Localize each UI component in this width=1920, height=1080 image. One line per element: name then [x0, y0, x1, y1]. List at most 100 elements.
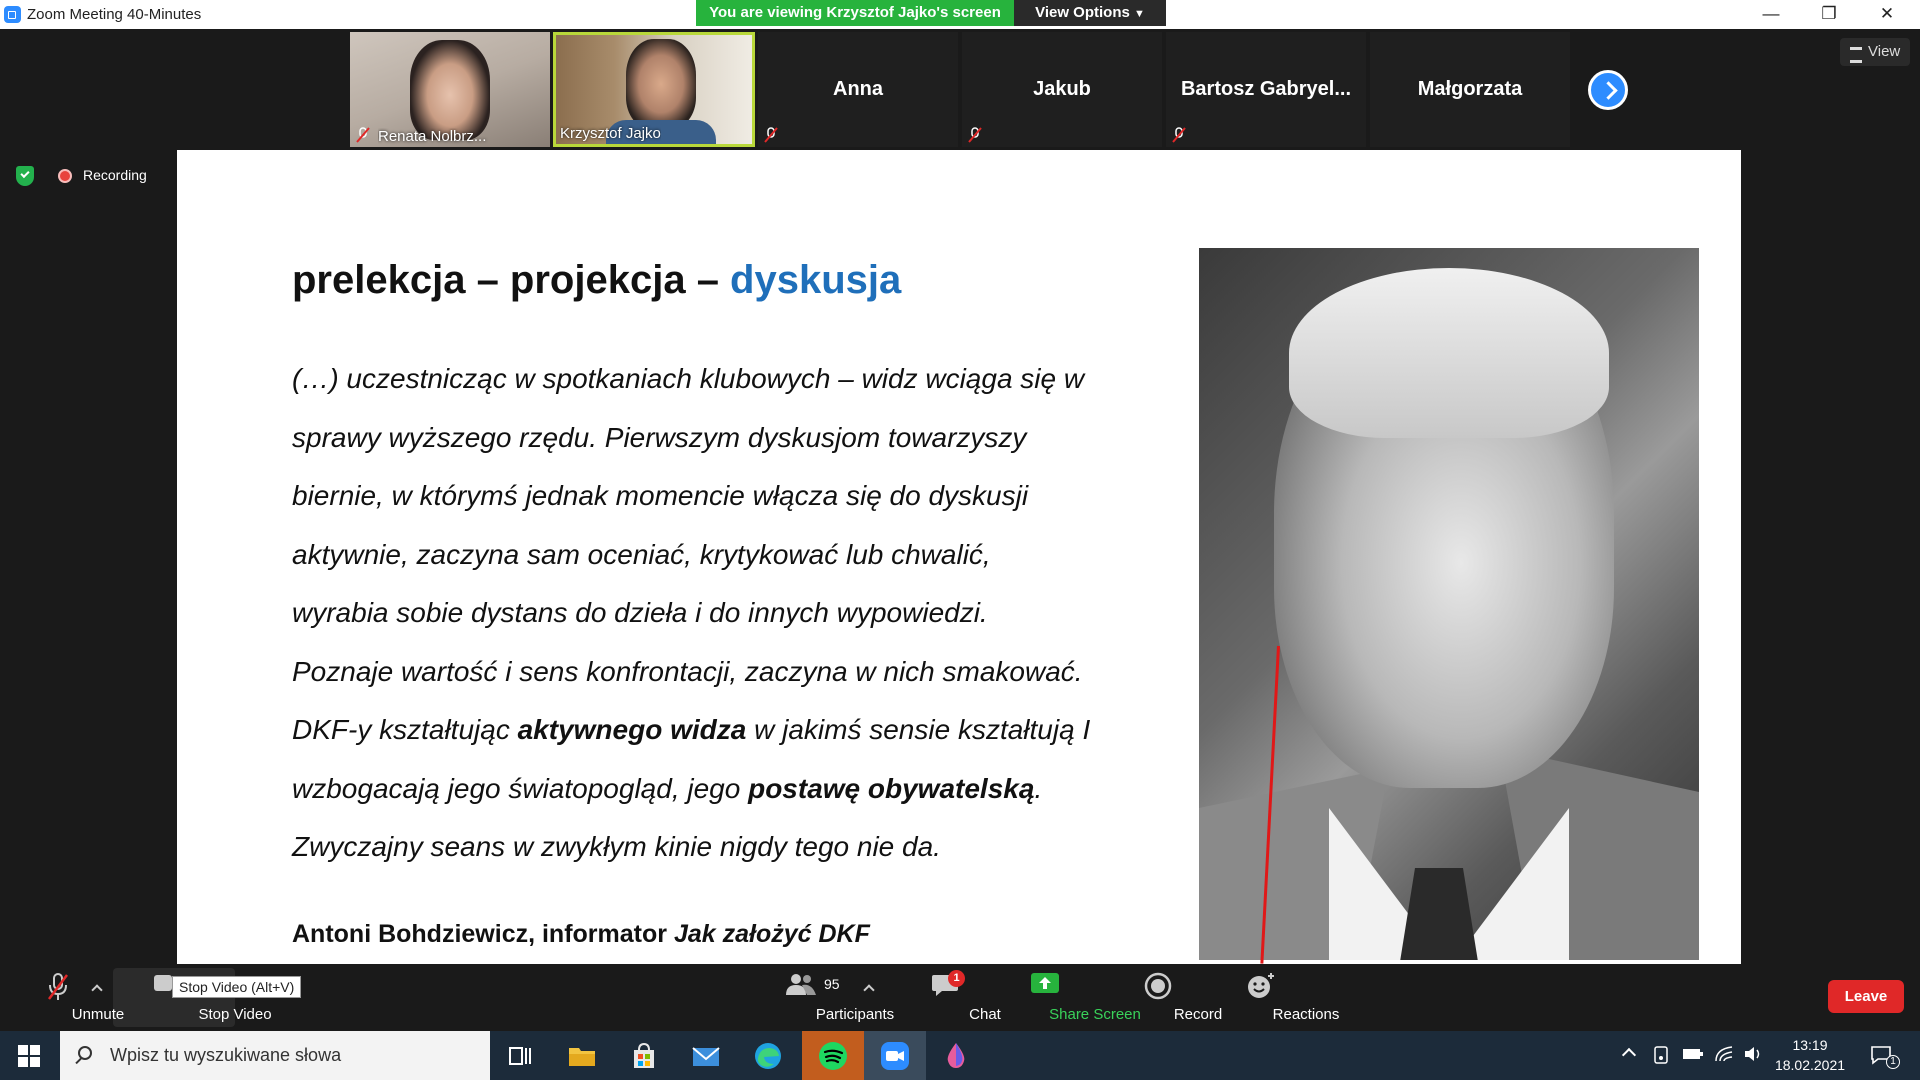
source-title: Jak założyć DKF [673, 920, 870, 948]
quote-line: biernie, w którymś jednak momencie włącz… [292, 480, 1029, 511]
slide-title-text: prelekcja – projekcja – [292, 258, 731, 302]
unmute-button[interactable]: Unmute [18, 964, 124, 1031]
close-button[interactable]: ✕ [1858, 0, 1916, 29]
chat-icon-wrap: 1 [931, 970, 965, 998]
participants-icon [786, 974, 816, 995]
muted-mic-icon [968, 127, 982, 143]
view-options-button[interactable]: View Options ▼ [1014, 0, 1166, 26]
participant-tile-anna[interactable]: Anna [758, 32, 958, 147]
quote-bold: aktywnego widza [517, 714, 747, 745]
photo-tie [1399, 868, 1479, 960]
leave-button[interactable]: Leave [1828, 980, 1904, 1013]
muted-mic-icon [48, 973, 68, 1000]
notifications-button[interactable]: 1 [1866, 1031, 1900, 1080]
security-shield-icon[interactable] [16, 166, 34, 186]
minimize-button[interactable]: — [1742, 0, 1800, 29]
slide-title-accent: dyskusja [730, 258, 902, 302]
quote-line: DKF-y kształtując aktywnego widza w jaki… [292, 701, 1152, 760]
windows-start-icon[interactable] [18, 1045, 40, 1067]
quote-line: Poznaje wartość i sens konfrontacji, zac… [292, 655, 1083, 687]
clock-time: 13:19 [1792, 1037, 1828, 1053]
wifi-icon[interactable] [1714, 1045, 1734, 1063]
tray-chevron-up-icon[interactable] [1621, 1031, 1642, 1080]
share-screen-button[interactable]: Share Screen [995, 964, 1141, 1031]
participants-count: 95 [824, 976, 840, 992]
view-options-label: View Options [1035, 4, 1130, 21]
view-button[interactable]: View [1840, 38, 1910, 66]
participant-tile-malgorzata[interactable]: Małgorzata [1370, 32, 1570, 147]
participant-name: Bartosz Gabryel... [1180, 78, 1352, 100]
participant-name: Anna [833, 78, 883, 100]
taskbar-search[interactable]: Wpisz tu wyszukiwane słowa [60, 1031, 490, 1080]
stop-video-label: Stop Video [198, 1006, 272, 1023]
taskbar-clock[interactable]: 13:19 18.02.2021 [1770, 1035, 1850, 1075]
stop-video-tooltip: Stop Video (Alt+V) [172, 976, 302, 998]
recording-icon [58, 169, 72, 183]
chevron-down-icon: ▼ [1134, 8, 1145, 20]
reactions-button[interactable]: Reactions [1216, 964, 1339, 1031]
screen-share-banner: You are viewing Krzysztof Jajko's screen [696, 0, 1014, 26]
record-button[interactable]: Record [1118, 964, 1222, 1031]
participants-label: Participants [815, 1006, 895, 1023]
clock-date: 18.02.2021 [1774, 1057, 1846, 1073]
reactions-icon [1248, 973, 1274, 998]
shared-screen: prelekcja – projekcja – dyskusja (…) ucz… [177, 150, 1741, 964]
share-screen-icon [1031, 973, 1059, 993]
participant-tile-krzysztof[interactable]: Krzysztof Jajko [553, 32, 755, 147]
participant-name: Krzysztof Jajko [560, 125, 661, 142]
quote-line: sprawy wyższego rzędu. Pierwszym dyskusj… [292, 421, 1027, 453]
source-author: Antoni Bohdziewicz, informator [292, 920, 674, 948]
quote-line: aktywnie, zaczyna sam oceniać, krytykowa… [292, 538, 991, 570]
windows-taskbar: Wpisz tu wyszukiwane słowa 13:19 18.02.2… [0, 1031, 1920, 1080]
store-icon[interactable] [628, 1040, 660, 1072]
recording-label: Recording [83, 167, 147, 183]
task-view-icon[interactable] [504, 1040, 536, 1072]
slide-source: Antoni Bohdziewicz, informator Jak założ… [292, 920, 870, 949]
participant-tile-jakub[interactable]: Jakub [962, 32, 1162, 147]
quote-text: . [1034, 772, 1043, 804]
portrait-photo [1199, 248, 1699, 960]
quote-text: wzbogacają jego światopogląd, jego [292, 772, 749, 804]
participant-video [626, 39, 696, 129]
participant-name: Małgorzata [1417, 78, 1523, 100]
quote-line: Zwyczajny seans w zwykłym kinie nigdy te… [292, 831, 941, 862]
muted-mic-icon [1172, 127, 1186, 143]
photo-hair [1289, 268, 1609, 438]
title-bar: Zoom Meeting 40-Minutes You are viewing … [0, 0, 1920, 29]
muted-mic-icon [356, 127, 370, 143]
participant-tile-bartosz[interactable]: Bartosz Gabryel... [1166, 32, 1366, 147]
edge-browser-icon[interactable] [752, 1040, 784, 1072]
next-participants-button[interactable] [1588, 70, 1628, 110]
volume-icon[interactable] [1743, 1045, 1763, 1063]
quote-line: (…) uczestnicząc w spotkaniach klubowych… [292, 363, 1085, 394]
record-icon [1144, 972, 1172, 1000]
mail-icon[interactable] [690, 1040, 722, 1072]
battery-icon[interactable] [1682, 1047, 1704, 1061]
participant-name: Jakub [1033, 78, 1091, 100]
quote-line: wyrabia sobie dystans do dzieła i do inn… [292, 597, 988, 628]
chat-button[interactable]: 1 Chat [905, 964, 1001, 1031]
restore-button[interactable]: ❐ [1800, 0, 1858, 29]
participant-name: Renata Nolbrz... [378, 128, 487, 145]
reactions-label: Reactions [1272, 1006, 1340, 1023]
search-icon [78, 1046, 92, 1060]
zoom-taskbar-icon[interactable] [879, 1040, 911, 1072]
device-icon[interactable] [1652, 1045, 1670, 1065]
quote-text: DKF-y kształtując [292, 714, 518, 745]
window-title: Zoom Meeting 40-Minutes [27, 6, 202, 23]
file-explorer-icon[interactable] [566, 1040, 598, 1072]
participants-button[interactable]: 95 Participants [755, 964, 894, 1031]
notifications-count: 1 [1886, 1055, 1900, 1069]
quote-line: wzbogacają jego światopogląd, jego posta… [292, 760, 1152, 819]
participant-video [410, 40, 490, 140]
slide-quote: (…) uczestnicząc w spotkaniach klubowych… [292, 350, 1152, 877]
slide-title: prelekcja – projekcja – dyskusja [292, 258, 901, 303]
paint-app-icon[interactable] [940, 1040, 972, 1072]
zoom-app-icon [4, 6, 21, 23]
participant-tile-renata[interactable]: Renata Nolbrz... [350, 32, 550, 147]
quote-text: w jakimś sensie kształtują I [746, 714, 1091, 745]
spotify-icon[interactable] [817, 1040, 849, 1072]
search-placeholder: Wpisz tu wyszukiwane słowa [110, 1045, 342, 1065]
chat-badge: 1 [948, 970, 965, 987]
quote-bold: postawę obywatelską [748, 772, 1035, 804]
